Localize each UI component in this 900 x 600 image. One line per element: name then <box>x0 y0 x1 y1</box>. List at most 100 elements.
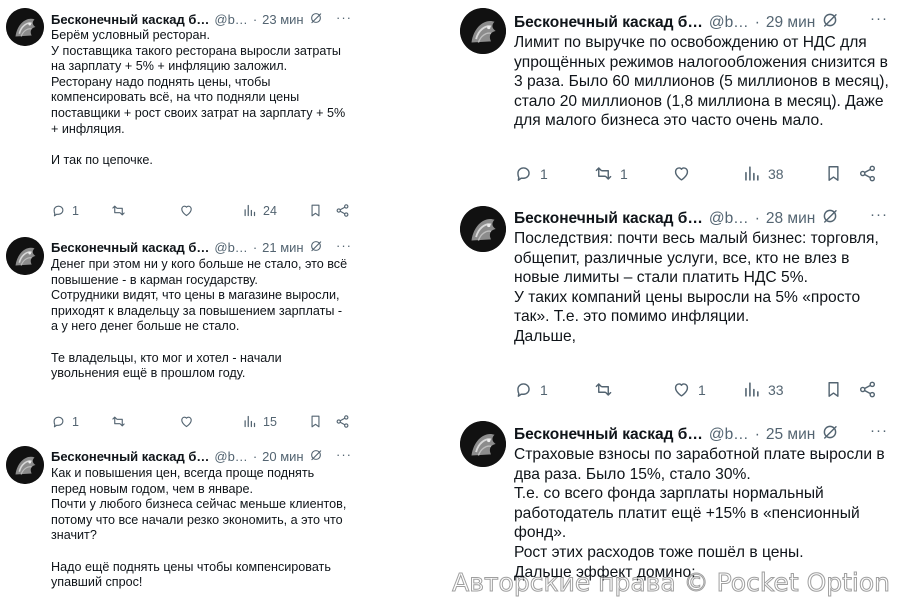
author-handle[interactable]: @b… <box>709 210 749 228</box>
author-name[interactable]: Бесконечный каскад б… <box>514 14 703 32</box>
tweet-header: Бесконечный каскад б… @b… · 21 мин <box>51 239 323 256</box>
share-button[interactable] <box>858 164 877 183</box>
reply-count: 1 <box>540 381 548 398</box>
like-icon <box>179 203 194 218</box>
retweet-icon <box>594 380 613 399</box>
author-handle[interactable]: @b… <box>214 12 247 27</box>
author-handle[interactable]: @b… <box>214 449 247 464</box>
edited-icon[interactable] <box>309 239 323 256</box>
reply-button[interactable]: 1 <box>51 203 111 218</box>
bookmark-button[interactable] <box>308 414 335 429</box>
tweet-text: Берём условный ресторан. У поставщика та… <box>51 28 346 167</box>
views-count: 24 <box>263 203 277 218</box>
edited-icon[interactable] <box>821 423 839 446</box>
timestamp[interactable]: 23 мин <box>262 12 303 27</box>
reply-count: 1 <box>72 414 79 429</box>
separator: · <box>754 209 760 227</box>
timestamp[interactable]: 20 мин <box>262 449 303 464</box>
timestamp[interactable]: 21 мин <box>262 240 303 255</box>
more-options-button[interactable]: ··· <box>336 10 352 25</box>
more-options-button[interactable]: ··· <box>870 10 888 27</box>
more-options-button[interactable]: ··· <box>870 422 888 439</box>
tweet-text: Последствия: почти весь малый бизнес: то… <box>514 230 879 345</box>
bookmark-icon <box>824 164 843 183</box>
tweet-actions: 1 1 38 <box>514 164 877 183</box>
reply-button[interactable]: 1 <box>51 414 111 429</box>
reply-button[interactable]: 1 <box>514 380 594 399</box>
author-name[interactable]: Бесконечный каскад б… <box>514 426 703 444</box>
like-icon <box>672 164 691 183</box>
share-button[interactable] <box>335 203 350 218</box>
retweet-count: 1 <box>620 165 628 182</box>
tweet[interactable]: Бесконечный каскад б… @b… · 28 мин ··· П… <box>454 200 900 415</box>
author-handle[interactable]: @b… <box>709 14 749 32</box>
tweet-header: Бесконечный каскад б… @b… · 28 мин <box>514 207 839 230</box>
edited-icon[interactable] <box>821 11 839 34</box>
views-button[interactable]: 38 <box>742 164 824 183</box>
timeline-left: Бесконечный каскад б… @b… · 23 мин ··· Б… <box>0 0 360 600</box>
bookmark-button[interactable] <box>824 380 858 399</box>
reply-count: 1 <box>72 203 79 218</box>
like-button[interactable] <box>672 164 742 183</box>
tweet[interactable]: Бесконечный каскад б… @b… · 23 мин ··· Б… <box>0 0 360 232</box>
views-button[interactable]: 24 <box>242 203 308 218</box>
reply-button[interactable]: 1 <box>514 164 594 183</box>
reply-icon <box>514 380 533 399</box>
edited-icon[interactable] <box>821 207 839 230</box>
more-options-button[interactable]: ··· <box>870 206 888 223</box>
tweet[interactable]: Бесконечный каскад б… @b… · 20 мин ··· К… <box>0 440 360 600</box>
edited-icon[interactable] <box>309 448 323 465</box>
tweet-text: Как и повышения цен, всегда проще поднят… <box>51 466 347 590</box>
avatar[interactable] <box>460 206 506 252</box>
like-icon <box>672 380 691 399</box>
like-button[interactable] <box>179 414 242 429</box>
avatar[interactable] <box>6 237 44 275</box>
timestamp[interactable]: 25 мин <box>766 426 815 444</box>
tweet[interactable]: Бесконечный каскад б… @b… · 21 мин ··· Д… <box>0 232 360 440</box>
author-name[interactable]: Бесконечный каскад б… <box>514 210 703 228</box>
tweet-text: Денег при этом ни у кого больше не стало… <box>51 257 348 381</box>
tweet-header: Бесконечный каскад б… @b… · 29 мин <box>514 11 839 34</box>
share-button[interactable] <box>858 380 877 399</box>
like-button[interactable]: 1 <box>672 380 742 399</box>
tweet-text: Лимит по выручке по освобождению от НДС … <box>514 34 889 130</box>
like-icon <box>179 414 194 429</box>
avatar[interactable] <box>6 446 44 484</box>
watermark: Авторские права © Pocket Option <box>452 568 891 598</box>
share-icon <box>335 203 350 218</box>
author-handle[interactable]: @b… <box>709 426 749 444</box>
retweet-icon <box>111 203 126 218</box>
tweet[interactable]: Бесконечный каскад б… @b… · 29 мин ··· Л… <box>454 0 900 200</box>
bookmark-icon <box>308 414 323 429</box>
timestamp[interactable]: 28 мин <box>766 210 815 228</box>
avatar[interactable] <box>460 421 506 467</box>
timeline-right: Бесконечный каскад б… @b… · 29 мин ··· Л… <box>454 0 900 600</box>
retweet-button[interactable]: 1 <box>594 164 672 183</box>
retweet-button[interactable] <box>111 203 179 218</box>
timestamp[interactable]: 29 мин <box>766 14 815 32</box>
reply-count: 1 <box>540 165 548 182</box>
like-button[interactable] <box>179 203 242 218</box>
more-options-button[interactable]: ··· <box>336 447 352 462</box>
separator: · <box>754 425 760 443</box>
tweet-text: Страховые взносы по заработной плате выр… <box>514 446 885 581</box>
author-name[interactable]: Бесконечный каскад б… <box>51 240 209 255</box>
views-icon <box>242 414 257 429</box>
avatar[interactable] <box>6 8 44 46</box>
author-name[interactable]: Бесконечный каскад б… <box>51 449 209 464</box>
retweet-button[interactable] <box>594 380 672 399</box>
author-name[interactable]: Бесконечный каскад б… <box>51 12 209 27</box>
retweet-button[interactable] <box>111 414 179 429</box>
share-button[interactable] <box>335 414 350 429</box>
more-options-button[interactable]: ··· <box>336 238 352 253</box>
views-count: 33 <box>768 381 784 398</box>
bookmark-button[interactable] <box>308 203 335 218</box>
bookmark-icon <box>308 203 323 218</box>
views-button[interactable]: 33 <box>742 380 824 399</box>
avatar[interactable] <box>460 8 506 54</box>
bookmark-button[interactable] <box>824 164 858 183</box>
share-icon <box>335 414 350 429</box>
views-button[interactable]: 15 <box>242 414 308 429</box>
edited-icon[interactable] <box>309 11 323 28</box>
author-handle[interactable]: @b… <box>214 240 247 255</box>
